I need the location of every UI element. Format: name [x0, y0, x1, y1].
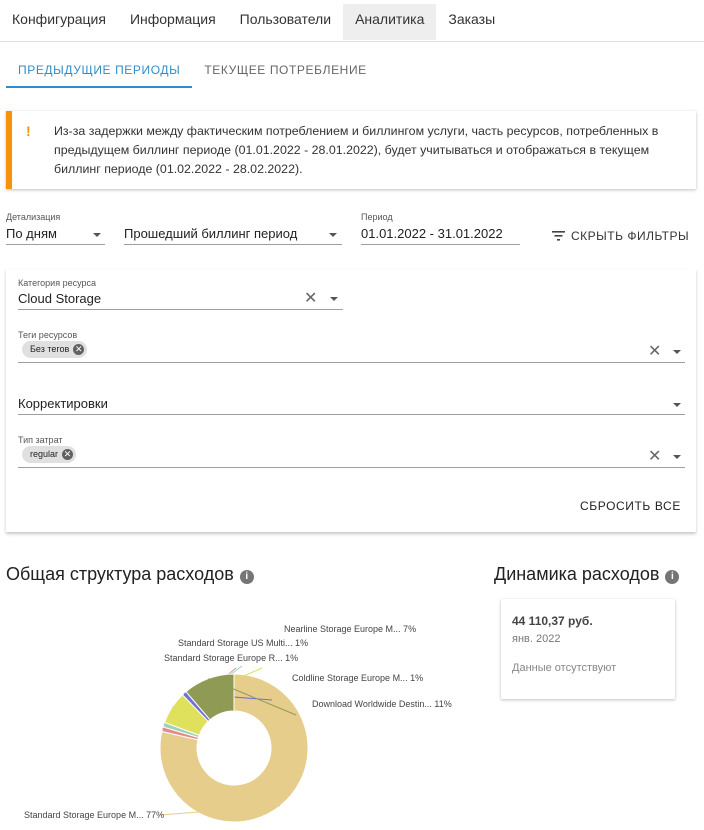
- corrections-chevron-down-icon[interactable]: [673, 403, 681, 407]
- dynamics-title: Динамика расходов i: [494, 564, 680, 585]
- dynamics-amount: 44 110,37 руб.: [512, 614, 593, 628]
- detail-underline: [6, 244, 105, 245]
- hide-filters-label: Скрыть фильтры: [571, 229, 690, 243]
- tags-chevron-down-icon[interactable]: [673, 350, 681, 354]
- cost-type-chip-label: regular: [30, 449, 59, 459]
- filter-icon: [552, 231, 565, 241]
- nav-item-analytics[interactable]: Аналитика: [343, 4, 437, 40]
- filter-panel: Категория ресурса Cloud Storage ✕ Теги р…: [6, 269, 696, 532]
- donut-slice-label: Nearline Storage Europe M... 7%: [284, 624, 416, 634]
- warning-banner: ! Из-за задержки между фактическим потре…: [6, 111, 696, 189]
- reset-all-button[interactable]: Сбросить все: [580, 499, 681, 513]
- detail-chevron-down-icon[interactable]: [93, 233, 101, 237]
- category-underline: [18, 309, 343, 310]
- cost-type-chevron-down-icon[interactable]: [673, 455, 681, 459]
- period-label: Период: [361, 212, 393, 222]
- nav-item-configuration[interactable]: Конфигурация: [0, 4, 118, 40]
- structure-title-text: Общая структура расходов: [6, 564, 234, 584]
- subtabs: Предыдущие периоды Текущее потребление: [6, 54, 379, 88]
- cost-type-chip-remove-icon[interactable]: ✕: [62, 449, 74, 460]
- category-chevron-down-icon[interactable]: [330, 297, 338, 301]
- billing-underline: [124, 244, 342, 245]
- nav-item-users[interactable]: Пользователи: [228, 4, 343, 40]
- tag-chip-label: Без тегов: [30, 344, 70, 354]
- structure-title: Общая структура расходов i: [6, 564, 254, 585]
- info-icon[interactable]: i: [665, 570, 680, 584]
- donut-slice-label: Download Worldwide Destin... 11%: [312, 699, 452, 709]
- nav-item-information[interactable]: Информация: [118, 4, 228, 40]
- donut-slice-label: Standard Storage US Multi... 1%: [178, 638, 308, 648]
- category-label: Категория ресурса: [18, 278, 96, 288]
- detail-label: Детализация: [6, 212, 61, 222]
- dynamics-title-text: Динамика расходов: [494, 564, 660, 584]
- billing-chevron-down-icon[interactable]: [329, 233, 337, 237]
- dynamics-period: янв. 2022: [512, 633, 561, 645]
- tags-label: Теги ресурсов: [18, 330, 78, 340]
- category-select-value[interactable]: Cloud Storage: [18, 291, 101, 306]
- period-underline: [361, 244, 520, 245]
- donut-slice-label: Coldline Storage Europe M... 1%: [292, 673, 423, 683]
- cost-structure-donut-chart: Standard Storage Europe M... 77% Standard…: [24, 624, 452, 823]
- category-clear-icon[interactable]: ✕: [304, 288, 317, 308]
- tags-underline: [18, 362, 685, 363]
- tag-chip-remove-icon[interactable]: ✕: [73, 344, 85, 355]
- donut-slice-label: Standard Storage Europe M... 77%: [24, 810, 164, 820]
- detail-select-value[interactable]: По дням: [6, 226, 57, 241]
- dynamics-no-data: Данные отсутствуют: [512, 662, 617, 674]
- hide-filters-button[interactable]: Скрыть фильтры: [552, 229, 689, 243]
- tag-chip[interactable]: Без тегов ✕: [22, 341, 88, 358]
- tab-previous-periods[interactable]: Предыдущие периоды: [6, 54, 193, 88]
- donut-slice-label: Standard Storage Europe R... 1%: [164, 653, 298, 663]
- billing-select-value[interactable]: Прошедший биллинг период: [124, 226, 297, 241]
- info-icon[interactable]: i: [239, 570, 254, 584]
- nav-item-orders[interactable]: Заказы: [436, 4, 507, 40]
- tags-clear-icon[interactable]: ✕: [648, 341, 661, 361]
- warning-text: Из-за задержки между фактическим потребл…: [54, 124, 659, 176]
- dynamics-card: 44 110,37 руб. янв. 2022 Данные отсутств…: [501, 599, 675, 699]
- cost-type-clear-icon[interactable]: ✕: [648, 446, 661, 466]
- tab-current-consumption[interactable]: Текущее потребление: [192, 54, 378, 88]
- warning-icon: !: [26, 123, 31, 139]
- corrections-select[interactable]: Корректировки: [18, 396, 108, 411]
- top-nav: Конфигурация Информация Пользователи Ана…: [0, 0, 704, 42]
- cost-type-label: Тип затрат: [18, 435, 63, 445]
- cost-type-underline: [18, 467, 685, 468]
- cost-type-chip[interactable]: regular ✕: [22, 446, 77, 463]
- period-input[interactable]: 01.01.2022 - 31.01.2022: [361, 226, 503, 241]
- corrections-underline: [18, 414, 685, 415]
